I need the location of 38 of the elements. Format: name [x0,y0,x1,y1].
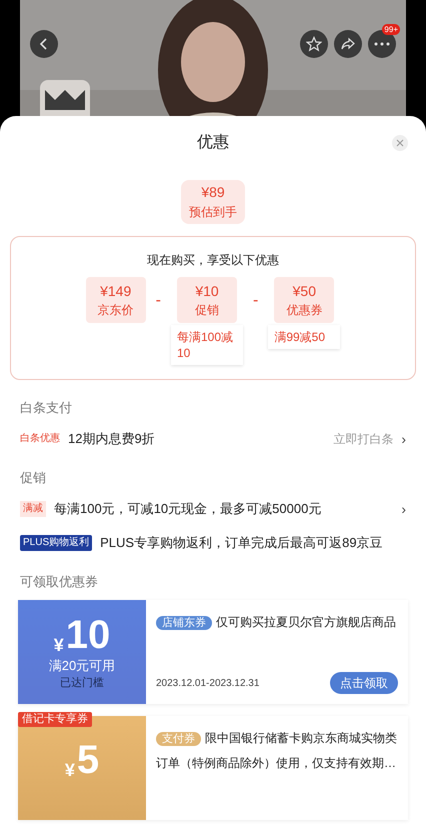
currency-symbol: ¥ [54,634,64,657]
coupon-ribbon: 借记卡专享券 [18,712,92,727]
chevron-icon[interactable]: › [401,430,406,448]
section-title: 促销 [19,469,47,487]
estimate-bubble: ¥89 预估到手 [181,180,245,224]
coupon-condition: 满20元可用 [48,657,116,675]
chevron-icon[interactable]: › [401,500,406,518]
currency-symbol: ¥ [64,759,75,782]
price-chip: ¥50 优惠券 [274,277,334,323]
share-icon [340,36,356,52]
promo-text: PLUS专享购物返利，订单完成后最高可返89京豆 [100,534,384,552]
promo-tag: 白条优惠 [20,431,60,447]
minus-sign: - [253,291,258,311]
promo-text: 每满100元，可减10元现金，最多可减50000元 [54,500,322,518]
price-chip: ¥10 促销 [177,277,237,323]
claim-button[interactable]: 点击领取 [330,672,398,694]
notification-badge: 99+ [382,24,400,35]
more-icon [374,42,390,46]
rule-note: 每满100减10 [171,325,243,365]
section-title: 白条支付 [19,399,73,417]
close-icon [396,139,404,147]
coupon-description: 支付券 限中国银行储蓄卡购京东商城实物类订单（特例商品除外）使用，仅支持有效期… [156,730,398,772]
promo-tag: 满减 [20,501,46,517]
minus-sign: - [156,291,161,311]
threshold-status: 已达门槛 [60,676,104,691]
section-title: 可领取优惠券 [19,573,99,591]
rule-note: 满99减50 [268,325,340,349]
breakdown-heading: 现在购买，享受以下优惠 [147,252,279,269]
close-button[interactable] [392,135,408,151]
promo-text: 12期内息费9折 [68,430,156,448]
coupon-amount: 5 [76,738,100,782]
star-icon [306,36,322,52]
promo-tag: PLUS购物返利 [20,535,92,551]
sheet-title: 优惠 [197,132,229,153]
validity-dates: 2023.12.01-2023.12.31 [156,676,260,690]
coupon-amount: 10 [66,613,110,657]
coupon-description: 店铺东券 仅可购买拉夏贝尔官方旗舰店商品 [156,610,398,635]
price-chip: ¥149 京东价 [86,277,146,323]
